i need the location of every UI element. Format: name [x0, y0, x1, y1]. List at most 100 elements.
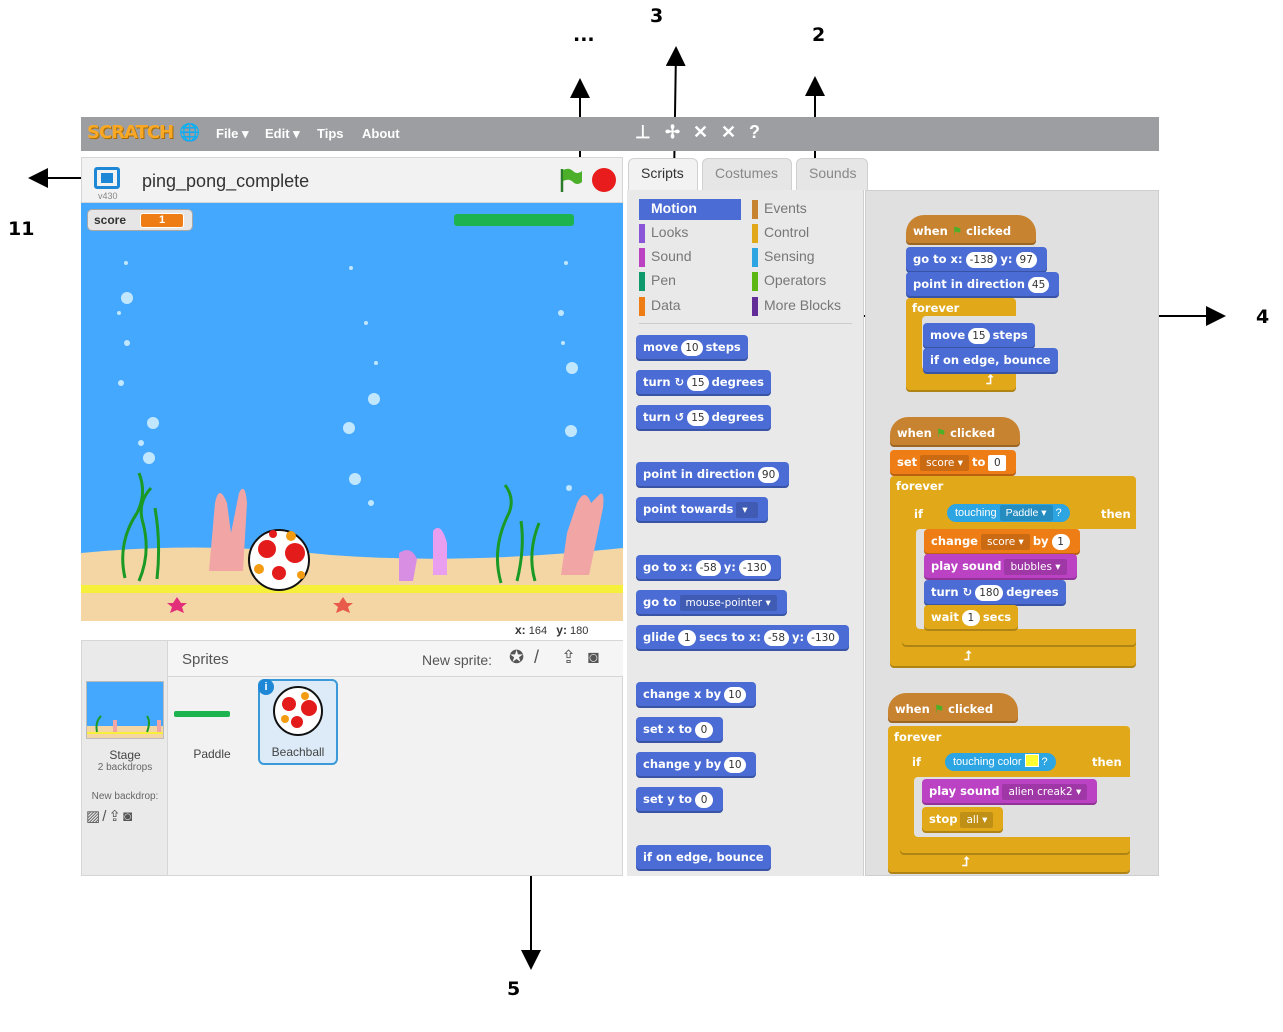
sprite-info-icon[interactable]: i [258, 679, 274, 695]
turn-left-icon: ↺ [674, 410, 685, 424]
stage-header: v430 ping_pong_complete [81, 157, 623, 203]
hat-when-flag-clicked-1[interactable]: when ⚑ clicked [906, 215, 1036, 245]
category-sound[interactable]: Sound [639, 247, 741, 268]
cut-scissors-icon[interactable]: ✢ [665, 122, 680, 143]
upload-sprite-icon[interactable]: ⇪ [561, 647, 576, 668]
coord-x-label: x: [515, 623, 526, 637]
sprites-header: Sprites New sprite: ✪ / ⇪ ◙ [168, 641, 623, 677]
block-palette: Motion Looks Sound Pen Data Events Contr… [627, 190, 864, 876]
sprite-tile-paddle[interactable]: Paddle [172, 679, 252, 765]
tab-scripts[interactable]: Scripts [628, 158, 698, 192]
tab-sounds[interactable]: Sounds [796, 158, 868, 190]
block-turn-right[interactable]: turn ↻ 15 degrees [636, 370, 771, 396]
paint-sprite-icon[interactable]: / [534, 647, 539, 668]
block-turn-left[interactable]: turn ↺ 15 degrees [636, 405, 771, 431]
green-flag-icon: ⚑ [933, 702, 945, 716]
menu-file[interactable]: File ▾ [216, 126, 249, 142]
menu-bar: SCRATCH 🌐 File ▾ Edit ▾ Tips About ⊥ ✢ ✕… [81, 117, 1159, 151]
menu-tips[interactable]: Tips [317, 126, 344, 141]
block-change-y[interactable]: change y by 10 [636, 752, 756, 778]
menu-about[interactable]: About [362, 126, 400, 141]
block-change-variable[interactable]: changescoreby1 [924, 529, 1080, 555]
block-set-variable[interactable]: setscoreto0 [890, 450, 1017, 476]
block-go-to-xy[interactable]: go to x: -138 y: 97 [906, 247, 1047, 273]
globe-icon[interactable]: 🌐 [179, 123, 200, 143]
annotation-4: 4 [1256, 306, 1270, 328]
annotation-3: 3 [650, 5, 664, 27]
category-more-blocks[interactable]: More Blocks [752, 296, 854, 317]
block-turn-right[interactable]: turn ↻ 180 degrees [924, 580, 1066, 606]
category-operators[interactable]: Operators [752, 271, 854, 292]
block-go-to[interactable]: go to mouse-pointer [636, 590, 787, 616]
new-backdrop-label: New backdrop: [91, 791, 159, 802]
block-set-x[interactable]: set x to 0 [636, 717, 723, 743]
shrink-icon[interactable]: ✕ [721, 122, 736, 143]
coord-y-label: y: [556, 623, 567, 637]
coord-x-value: 164 [528, 625, 548, 637]
stage-column: Stage 2 backdrops New backdrop: ▨/⇪◙ [82, 641, 168, 875]
hat-when-flag-clicked-3[interactable]: when ⚑ clicked [888, 693, 1018, 723]
block-go-to-xy[interactable]: go to x: -58 y: -130 [636, 555, 781, 581]
sprite-library-icon[interactable]: ✪ [509, 647, 524, 668]
block-point-towards[interactable]: point towards [636, 497, 769, 523]
stage-thumbnail[interactable] [86, 681, 164, 739]
grow-icon[interactable]: ✕ [693, 122, 708, 143]
annotation-2: 2 [812, 24, 826, 46]
block-bounce[interactable]: if on edge, bounce [923, 348, 1058, 374]
sprite-label-beachball: Beachball [271, 745, 325, 759]
turn-right-icon: ↻ [962, 585, 973, 599]
block-move[interactable]: move 15 steps [923, 323, 1035, 349]
block-move[interactable]: move 10 steps [636, 335, 748, 361]
category-pen[interactable]: Pen [639, 271, 741, 292]
category-control[interactable]: Control [752, 223, 854, 244]
category-motion[interactable]: Motion [639, 199, 741, 220]
turn-right-icon: ↻ [674, 375, 685, 389]
block-point-in-direction[interactable]: point in direction 90 [636, 462, 790, 488]
category-looks[interactable]: Looks [639, 223, 741, 244]
sprite-label-paddle: Paddle [193, 747, 231, 761]
touching-sensor[interactable]: touchingPaddle? [947, 504, 1070, 522]
block-play-sound[interactable]: play sound alien creak2 [922, 779, 1098, 805]
menu-edit[interactable]: Edit ▾ [265, 126, 300, 142]
yellow-color-swatch[interactable] [1024, 754, 1039, 767]
loop-arrow-icon: ⮥ [964, 648, 972, 663]
touching-color-sensor[interactable]: touching color? [945, 753, 1056, 771]
category-divider [639, 323, 852, 324]
project-title[interactable]: ping_pong_complete [142, 171, 309, 192]
duplicate-stamp-icon[interactable]: ⊥ [635, 122, 651, 143]
score-monitor: score 1 [87, 209, 193, 231]
help-icon[interactable]: ? [749, 122, 760, 143]
green-flag-icon: ⚑ [935, 426, 947, 440]
stop-icon[interactable] [592, 168, 616, 192]
green-flag-icon[interactable] [559, 167, 583, 193]
presentation-mode-icon[interactable] [94, 167, 120, 189]
block-bounce[interactable]: if on edge, bounce [636, 845, 771, 871]
loop-arrow-icon: ⮥ [962, 854, 970, 869]
tab-costumes[interactable]: Costumes [702, 158, 792, 190]
scratch-logo[interactable]: SCRATCH [87, 122, 174, 143]
upload-backdrop-icon[interactable]: ⇪ [108, 808, 123, 825]
scripts-area[interactable]: when ⚑ clicked go to x: -138 y: 97 point in… [865, 190, 1159, 876]
category-data[interactable]: Data [639, 296, 741, 317]
stage-label: Stage [109, 748, 141, 762]
beachball-sprite[interactable] [248, 529, 310, 591]
block-wait[interactable]: wait 1 secs [924, 605, 1019, 631]
block-point-in-direction[interactable]: point in direction 45 [906, 272, 1060, 298]
camera-backdrop-icon[interactable]: ◙ [123, 808, 134, 825]
category-events[interactable]: Events [752, 199, 854, 220]
sprite-tile-beachball[interactable]: i Beachball [258, 679, 338, 765]
block-change-x[interactable]: change x by 10 [636, 682, 756, 708]
backdrop-library-icon[interactable]: ▨ [86, 808, 102, 825]
block-stop[interactable]: stop all [922, 807, 1004, 833]
camera-sprite-icon[interactable]: ◙ [588, 647, 599, 668]
block-glide[interactable]: glide 1 secs to x: -58 y: -130 [636, 625, 849, 651]
version-label: v430 [98, 191, 118, 201]
annotation-5: 5 [507, 978, 521, 1000]
paddle-sprite[interactable] [454, 214, 574, 226]
hat-when-flag-clicked-2[interactable]: when ⚑ clicked [890, 417, 1020, 447]
stage-canvas[interactable]: score 1 [81, 203, 623, 621]
score-monitor-label: score [94, 213, 127, 227]
category-sensing[interactable]: Sensing [752, 247, 854, 268]
block-play-sound[interactable]: play sound bubbles [924, 554, 1077, 580]
block-set-y[interactable]: set y to 0 [636, 787, 724, 813]
